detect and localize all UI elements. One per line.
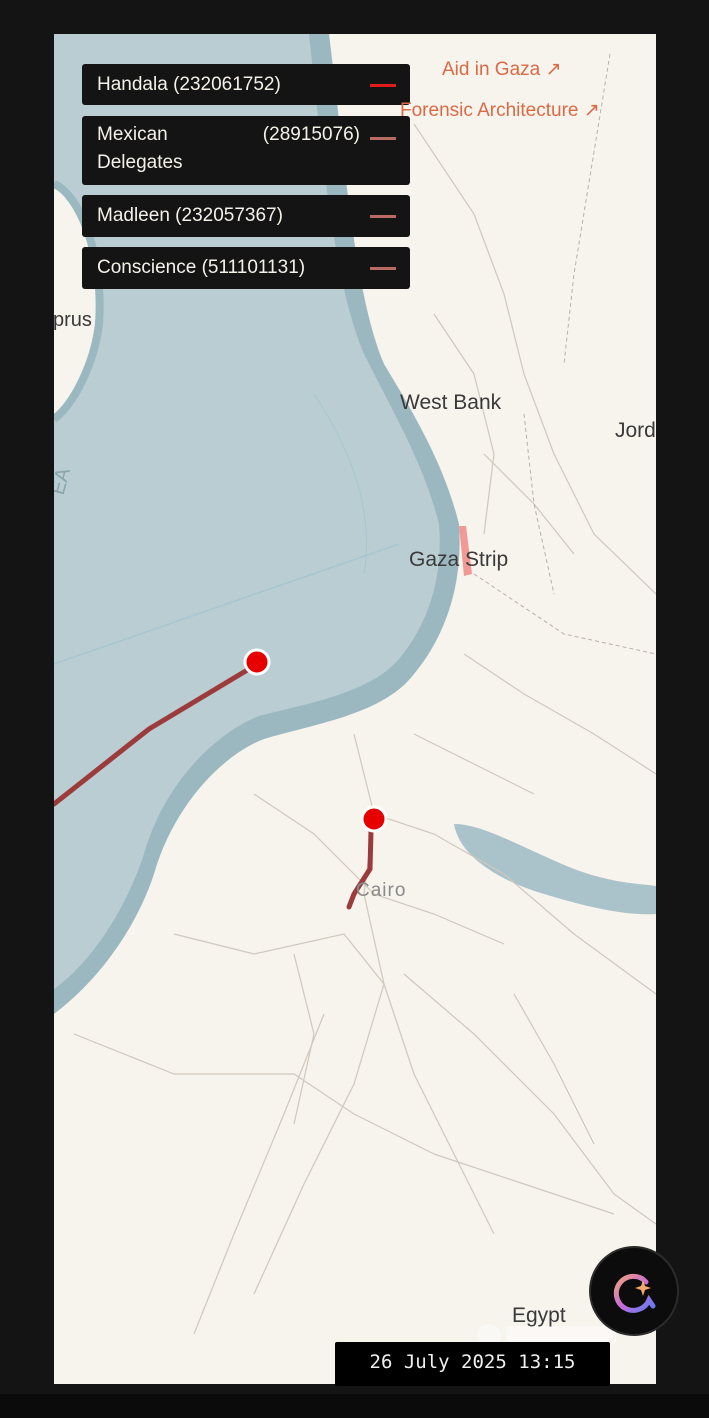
vessel-color-swatch [370,83,396,87]
forensic-architecture-link[interactable]: Forensic Architecture ↗ [400,99,600,122]
vessel-name: Mexican Delegates [97,124,183,173]
map-label-egypt: Egypt [512,1304,566,1327]
vessel-name: Madleen [97,205,170,226]
vessel-mmsi: (232057367) [175,205,283,226]
vessel-legend-conscience[interactable]: Conscience (511101131) [82,247,410,289]
sparkle-assistant-icon [613,1273,656,1313]
vessel-mmsi: (28915076) [262,124,360,145]
vessel-color-swatch [370,215,396,218]
map-view[interactable]: Handala (232061752) Mexican Delegates (2… [54,34,656,1384]
map-label-cyprus: prus [54,309,92,331]
map-label-cairo: Cairo [356,880,407,901]
vessel-legend-madleen[interactable]: Madleen (232057367) [82,195,410,237]
vessel-marker-inland[interactable] [360,805,388,833]
timestamp-display: 26 July 2025 13:15 [335,1342,610,1386]
vessel-color-swatch [370,267,396,270]
vessel-name: Handala [97,74,168,95]
map-label-jordan: Jord [615,419,656,442]
map-label-gaza-strip: Gaza Strip [409,548,509,571]
bottom-system-bar [0,1394,709,1418]
vessel-legend-mexican-delegates[interactable]: Mexican Delegates (28915076) [82,116,410,185]
vessel-color-swatch [370,137,396,140]
vessel-legend-handala[interactable]: Handala (232061752) [82,64,410,105]
assistant-button[interactable] [591,1248,677,1334]
aid-in-gaza-link[interactable]: Aid in Gaza ↗ [442,58,561,81]
vessel-name: Conscience [97,257,197,278]
map-label-west-bank: West Bank [400,391,502,414]
vessel-mmsi: (511101131) [201,257,306,278]
vessel-mmsi: (232061752) [173,74,281,95]
vessel-marker-handala[interactable] [243,648,271,676]
